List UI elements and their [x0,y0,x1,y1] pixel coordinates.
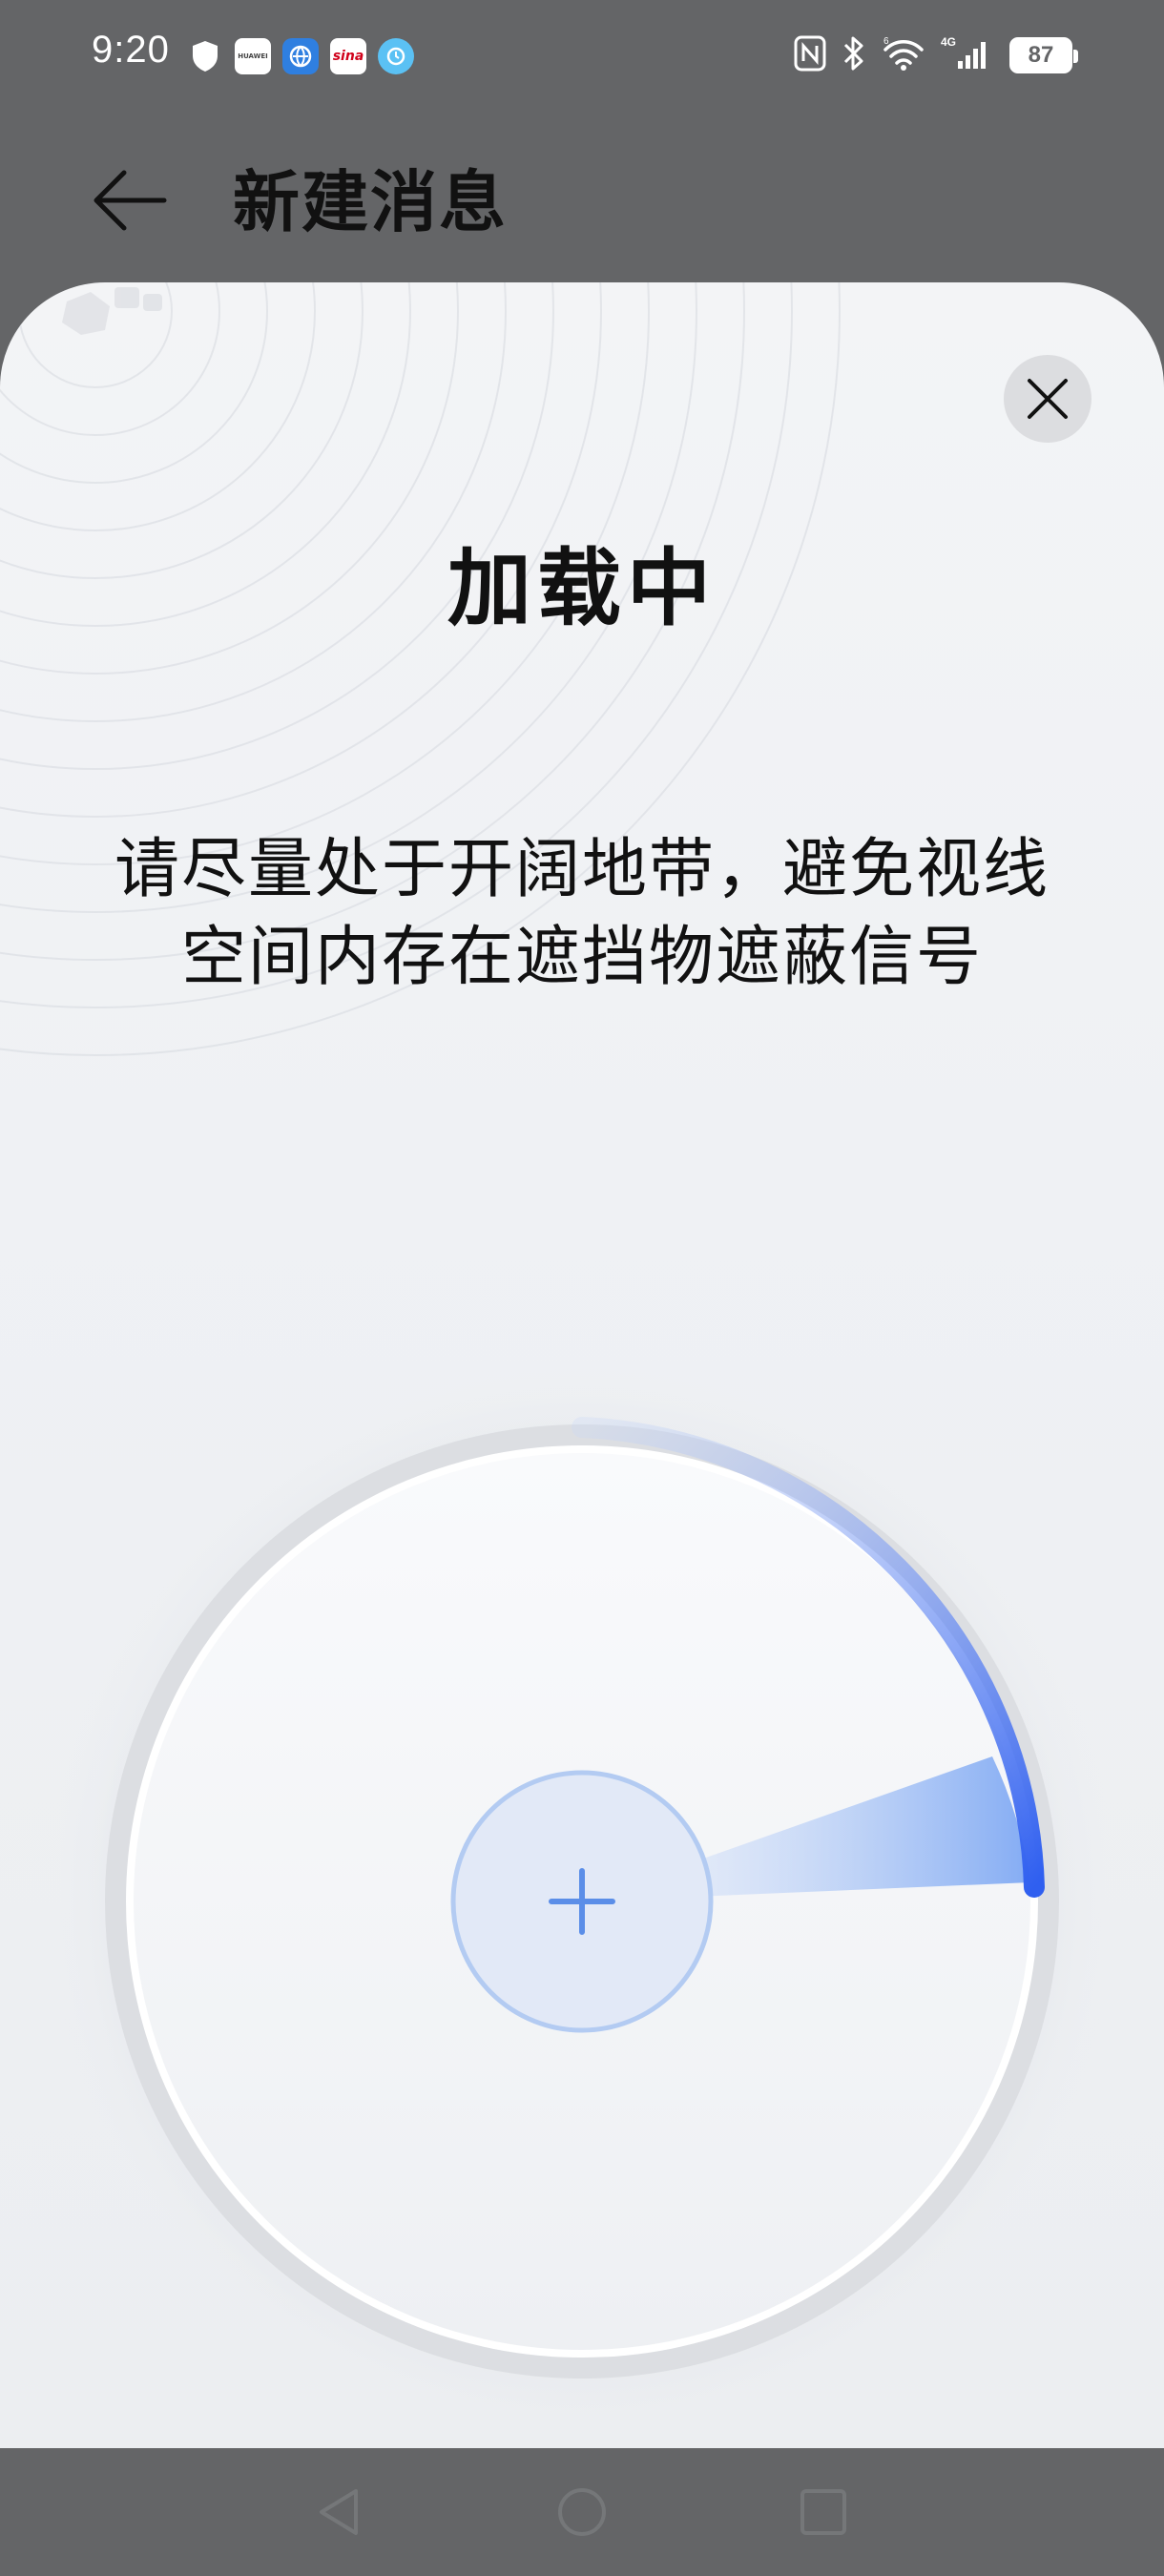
radar-scanner [48,1367,1116,2436]
back-triangle-icon [320,2489,358,2535]
sina-icon: sina [330,38,366,74]
status-bar: 9:20 HUAWEI sina 6 4G 87 [0,0,1164,114]
background-contour-pattern [0,282,841,1056]
svg-text:4G: 4G [941,35,956,49]
nav-recents-button[interactable] [780,2469,866,2555]
shield-icon [187,38,223,74]
wifi-icon: 6 [882,34,925,76]
loading-sheet: 加载中 请尽量处于开阔地带，避免视线空间内存在遮挡物遮蔽信号 [0,282,1164,2448]
recents-square-icon [800,2489,846,2535]
svg-text:6: 6 [883,36,889,47]
clock-icon [378,38,414,74]
nav-back-button[interactable] [296,2469,382,2555]
cellular-4g-icon: 4G [941,34,994,76]
system-icons: 6 4G 87 [794,34,1078,76]
system-nav-bar [0,2448,1164,2576]
status-time: 9:20 [92,29,170,71]
nfc-icon [794,34,826,76]
huawei-icon: HUAWEI [235,38,271,74]
arrow-left-icon [94,170,167,231]
page-title: 新建消息 [233,163,508,241]
signal-hint-text: 请尽量处于开阔地带，避免视线空间内存在遮挡物遮蔽信号 [114,832,1050,995]
battery-icon: 87 [1009,37,1078,73]
nav-home-button[interactable] [539,2469,625,2555]
bluetooth-icon [842,34,866,76]
close-button[interactable] [1004,355,1091,443]
back-button[interactable] [82,153,177,248]
browser-icon [282,38,319,74]
app-bar: 新建消息 [0,114,1164,267]
notification-icons: HUAWEI sina [187,38,414,74]
home-circle-icon [558,2488,606,2536]
loading-title: 加载中 [447,539,717,637]
center-add-button[interactable] [450,1770,714,2033]
close-icon [1028,379,1068,419]
